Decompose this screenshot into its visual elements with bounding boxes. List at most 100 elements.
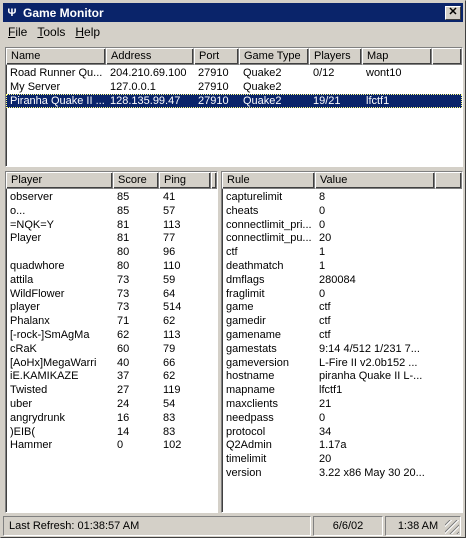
player-score-cell: 81	[117, 232, 130, 245]
column-header-filler	[211, 172, 217, 189]
rule-value-cell: 280084	[319, 273, 356, 286]
rule-row[interactable]: version 3.22 x86 May 30 20...	[222, 467, 462, 481]
column-header-ping[interactable]: Ping	[159, 172, 211, 189]
rule-row[interactable]: needpass 0	[222, 412, 462, 426]
player-row[interactable]: cRaK 60 79	[6, 343, 217, 357]
player-row[interactable]: )EIB(14 83	[6, 426, 217, 440]
rule-row[interactable]: mapname lfctf1	[222, 384, 462, 398]
last-refresh-status: Last Refresh: 01:38:57 AM	[3, 516, 311, 536]
player-row[interactable]: quadwhore 80 110	[6, 260, 217, 274]
player-row[interactable]: attila 73 59	[6, 274, 217, 288]
player-score-cell: 27	[117, 384, 130, 397]
player-ping-cell: 54	[163, 397, 176, 410]
rules-list[interactable]: Rule Value capturelimit 8 cheats 0 connectli…	[221, 171, 463, 513]
rule-name-cell: gamestats	[226, 342, 277, 355]
title-bar[interactable]: Ψ Game Monitor ✕	[3, 3, 463, 22]
rule-row[interactable]: hostname piranha Quake II L-...	[222, 370, 462, 384]
player-row[interactable]: player 73 514	[6, 301, 217, 315]
player-row[interactable]: o... 85 57	[6, 205, 217, 219]
player-row[interactable]: iE.KAMIKAZE 37 62	[6, 370, 217, 384]
player-name-cell: [AoHx]MegaWarri	[10, 356, 97, 369]
menu-help[interactable]: Help	[70, 25, 105, 39]
menu-label-rest: elp	[84, 25, 101, 39]
rule-row[interactable]: deathmatch 1	[222, 260, 462, 274]
rule-row[interactable]: connectlimit_pu... 20	[222, 232, 462, 246]
column-header-game-type[interactable]: Game Type	[239, 48, 309, 65]
player-name-cell: Twisted	[10, 384, 48, 397]
player-name-cell: )EIB(	[10, 425, 36, 438]
rule-value-cell: L-Fire II v2.0b152 ...	[319, 356, 418, 369]
rule-row[interactable]: protocol 34	[222, 426, 462, 440]
column-header-map[interactable]: Map	[362, 48, 432, 65]
server-row[interactable]: Piranha Quake II ... 128.135.99.47 27910 Qu…	[6, 94, 462, 108]
server-row[interactable]: My Server 127.0.0.1 27910 Quake2	[6, 80, 462, 94]
column-header-rule[interactable]: Rule	[222, 172, 315, 189]
player-row[interactable]: [AoHx]MegaWarri 40 66	[6, 357, 217, 371]
rule-row[interactable]: fraglimit 0	[222, 288, 462, 302]
rule-row[interactable]: game ctf	[222, 301, 462, 315]
window-title: Game Monitor	[23, 5, 104, 20]
status-bar: Last Refresh: 01:38:57 AM 6/6/02 1:38 AM	[3, 516, 463, 536]
column-header-player[interactable]: Player	[6, 172, 113, 189]
player-row[interactable]: 80 96	[6, 246, 217, 260]
server-row[interactable]: Road Runner Qu... 204.210.69.100 27910 Quak…	[6, 66, 462, 80]
player-row[interactable]: Twisted 27 119	[6, 384, 217, 398]
rule-row[interactable]: ctf 1	[222, 246, 462, 260]
column-header-port[interactable]: Port	[194, 48, 239, 65]
menu-label-rest: ools	[43, 25, 66, 39]
player-name-cell: Player	[10, 232, 42, 245]
game-monitor-window: Ψ Game Monitor ✕ File Tools Help Name Addr…	[0, 0, 466, 538]
rule-value-cell: 8	[319, 191, 326, 203]
rule-row[interactable]: connectlimit_pri... 0	[222, 219, 462, 233]
rule-row[interactable]: Q2Admin 1.17a	[222, 439, 462, 453]
rule-row[interactable]: gamedir ctf	[222, 315, 462, 329]
rule-name-cell: version	[226, 466, 262, 479]
rule-value-cell: 9:14 4/512 1/231 7...	[319, 342, 420, 355]
server-address-cell: 204.210.69.100	[110, 67, 187, 79]
player-ping-cell: 62	[163, 370, 176, 383]
resize-grip-icon[interactable]	[445, 520, 459, 534]
player-row[interactable]: Player 81 77	[6, 232, 217, 246]
column-header-value[interactable]: Value	[315, 172, 435, 189]
player-row[interactable]: =NQK=Y 81 113	[6, 219, 217, 233]
rule-value-cell: 21	[319, 397, 332, 410]
rule-value-cell: lfctf1	[319, 384, 343, 397]
player-ping-cell: 83	[163, 425, 176, 438]
rules-list-header: Rule Value	[222, 172, 462, 189]
player-row[interactable]: Hammer 0 102	[6, 439, 217, 453]
column-header-players[interactable]: Players	[309, 48, 362, 65]
rule-name-cell: capturelimit	[226, 191, 283, 203]
server-list[interactable]: Name Address Port Game Type Players Map …	[5, 47, 463, 167]
column-header-filler	[432, 48, 462, 65]
player-row[interactable]: WildFlower 73 64	[6, 288, 217, 302]
menu-tools[interactable]: Tools	[32, 25, 70, 39]
rule-row[interactable]: maxclients 21	[222, 398, 462, 412]
rule-value-cell: 3.22 x86 May 30 20...	[319, 466, 425, 479]
close-button[interactable]: ✕	[445, 5, 461, 20]
rule-row[interactable]: gamestats 9:14 4/512 1/231 7...	[222, 343, 462, 357]
player-name-cell: observer	[10, 191, 53, 203]
rule-row[interactable]: gamename ctf	[222, 329, 462, 343]
player-row[interactable]: [-rock-]SmAgMa 62 113	[6, 329, 217, 343]
server-type-cell: Quake2	[243, 67, 282, 79]
player-row[interactable]: uber 24 54	[6, 398, 217, 412]
column-header-address[interactable]: Address	[106, 48, 194, 65]
player-score-cell: 73	[117, 273, 130, 286]
player-score-cell: 80	[117, 246, 130, 259]
player-row[interactable]: Phalanx 71 62	[6, 315, 217, 329]
player-ping-cell: 64	[163, 287, 176, 300]
rule-row[interactable]: timelimit 20	[222, 453, 462, 467]
player-list[interactable]: Player Score Ping observer 85 41 o... 85 57 =N…	[5, 171, 218, 513]
player-row[interactable]: observer 85 41	[6, 191, 217, 205]
server-players-cell	[309, 80, 362, 94]
rule-name-cell: gamedir	[226, 315, 266, 328]
column-header-score[interactable]: Score	[113, 172, 159, 189]
rule-row[interactable]: gameversion L-Fire II v2.0b152 ...	[222, 357, 462, 371]
rule-row[interactable]: capturelimit 8	[222, 191, 462, 205]
menu-file[interactable]: File	[3, 25, 32, 39]
rule-row[interactable]: cheats 0	[222, 205, 462, 219]
player-ping-cell: 59	[163, 273, 176, 286]
rule-row[interactable]: dmflags 280084	[222, 274, 462, 288]
player-row[interactable]: angrydrunk 16 83	[6, 412, 217, 426]
column-header-name[interactable]: Name	[6, 48, 106, 65]
